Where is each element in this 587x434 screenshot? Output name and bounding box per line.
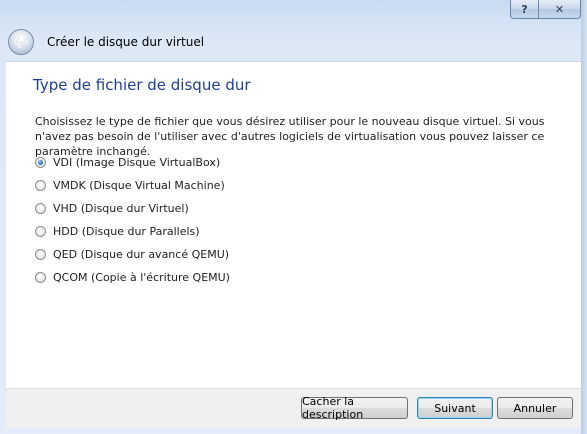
wizard-header: Créer le disque dur virtuel [6, 24, 581, 60]
option-hdd[interactable]: HDD (Disque dur Parallels) [35, 220, 230, 243]
caption-buttons: ? ✕ [510, 0, 581, 19]
option-label: VMDK (Disque Virtual Machine) [53, 179, 225, 192]
radio-button[interactable] [35, 226, 46, 237]
file-type-options: VDI (Image Disque VirtualBox) VMDK (Disq… [35, 151, 230, 289]
radio-button[interactable] [35, 157, 46, 168]
cancel-button[interactable]: Annuler [497, 397, 573, 419]
radio-button[interactable] [35, 180, 46, 191]
dialog-window: ? ✕ Créer le disque dur virtuel Type de … [0, 0, 587, 434]
radio-button[interactable] [35, 272, 46, 283]
wizard-page: Type de fichier de disque dur Choisissez… [6, 61, 581, 388]
next-button[interactable]: Suivant [417, 397, 493, 419]
window-edge [581, 0, 587, 434]
option-vdi[interactable]: VDI (Image Disque VirtualBox) [35, 151, 230, 174]
option-label: VDI (Image Disque VirtualBox) [53, 156, 221, 169]
hide-description-button[interactable]: Cacher la description [301, 395, 408, 421]
back-button[interactable] [8, 29, 34, 55]
option-label: HDD (Disque dur Parallels) [53, 225, 200, 238]
window-title: Créer le disque dur virtuel [47, 35, 205, 49]
option-label: QCOM (Copie à l'écriture QEMU) [53, 271, 230, 284]
close-icon: ✕ [554, 2, 565, 16]
radio-button[interactable] [35, 249, 46, 260]
back-arrow-icon [14, 36, 28, 48]
page-title: Type de fichier de disque dur [33, 76, 251, 94]
option-label: QED (Disque dur avancé QEMU) [53, 248, 230, 261]
help-button[interactable]: ? [510, 0, 538, 19]
option-label: VHD (Disque dur Virtuel) [53, 202, 189, 215]
button-bar: Cacher la description Suivant Annuler [6, 388, 581, 428]
option-qcow[interactable]: QCOM (Copie à l'écriture QEMU) [35, 266, 230, 289]
option-vmdk[interactable]: VMDK (Disque Virtual Machine) [35, 174, 230, 197]
option-vhd[interactable]: VHD (Disque dur Virtuel) [35, 197, 230, 220]
option-qed[interactable]: QED (Disque dur avancé QEMU) [35, 243, 230, 266]
radio-button[interactable] [35, 203, 46, 214]
close-button[interactable]: ✕ [538, 0, 581, 19]
